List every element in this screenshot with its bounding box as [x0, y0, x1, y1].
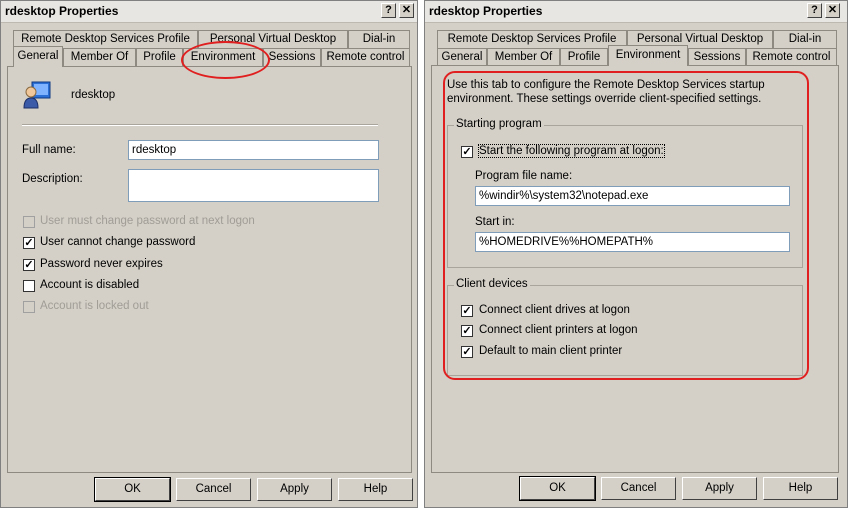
properties-dialog-environment: rdesktop Properties ? ✕ Remote Desktop S…: [424, 0, 848, 508]
tab-profile[interactable]: Profile: [136, 48, 183, 66]
ok-button[interactable]: OK: [94, 477, 171, 502]
highlight-circle: [181, 41, 270, 79]
cannot-change-password-checkbox[interactable]: ✓: [23, 237, 35, 249]
properties-dialog-general: rdesktop Properties ? ✕ Remote Desktop S…: [0, 0, 418, 508]
tab-remote-control[interactable]: Remote control: [746, 48, 837, 66]
separator: [22, 124, 378, 126]
tab-general[interactable]: General: [13, 46, 63, 67]
tab-dial-in[interactable]: Dial-in: [348, 30, 410, 48]
cannot-change-password-label: User cannot change password: [40, 236, 196, 248]
user-icon: [22, 80, 52, 112]
tab-dial-in[interactable]: Dial-in: [773, 30, 837, 48]
tab-panel-general: rdesktop Full name: rdesktop Description…: [7, 66, 412, 473]
account-locked-checkbox[interactable]: [23, 301, 35, 313]
description-input[interactable]: [128, 169, 379, 202]
tab-general[interactable]: General: [437, 48, 487, 66]
apply-button[interactable]: Apply: [257, 478, 332, 501]
highlight-rectangle: [443, 71, 809, 380]
tab-member-of[interactable]: Member Of: [63, 48, 136, 66]
password-never-expires-checkbox[interactable]: ✓: [23, 259, 35, 271]
account-locked-label: Account is locked out: [40, 300, 149, 312]
help-bottom-button[interactable]: Help: [338, 478, 413, 501]
tab-rds-profile[interactable]: Remote Desktop Services Profile: [437, 30, 627, 48]
window-title: rdesktop Properties: [429, 4, 543, 18]
must-change-password-checkbox[interactable]: [23, 216, 35, 228]
help-bottom-button[interactable]: Help: [763, 477, 838, 500]
account-disabled-checkbox[interactable]: [23, 280, 35, 292]
title-bar: rdesktop Properties ? ✕: [1, 1, 417, 23]
tab-sessions[interactable]: Sessions: [688, 48, 746, 66]
must-change-password-label: User must change password at next logon: [40, 215, 255, 227]
tab-member-of[interactable]: Member Of: [487, 48, 560, 66]
description-label: Description:: [22, 173, 83, 185]
close-button[interactable]: ✕: [399, 3, 414, 18]
username-label: rdesktop: [71, 89, 116, 101]
full-name-label: Full name:: [22, 144, 76, 156]
tab-sessions[interactable]: Sessions: [263, 48, 321, 66]
account-disabled-label: Account is disabled: [40, 279, 140, 291]
cancel-button[interactable]: Cancel: [176, 478, 251, 501]
window-title: rdesktop Properties: [5, 4, 119, 18]
tab-environment[interactable]: Environment: [608, 45, 688, 66]
full-name-input[interactable]: rdesktop: [128, 140, 379, 160]
apply-button[interactable]: Apply: [682, 477, 757, 500]
tab-profile[interactable]: Profile: [560, 48, 608, 66]
help-button[interactable]: ?: [381, 3, 396, 18]
ok-button[interactable]: OK: [519, 476, 596, 501]
close-button[interactable]: ✕: [825, 3, 840, 18]
cancel-button[interactable]: Cancel: [601, 477, 676, 500]
tab-remote-control[interactable]: Remote control: [321, 48, 410, 66]
title-bar: rdesktop Properties ? ✕: [425, 1, 847, 23]
password-never-expires-label: Password never expires: [40, 258, 163, 270]
help-button[interactable]: ?: [807, 3, 822, 18]
